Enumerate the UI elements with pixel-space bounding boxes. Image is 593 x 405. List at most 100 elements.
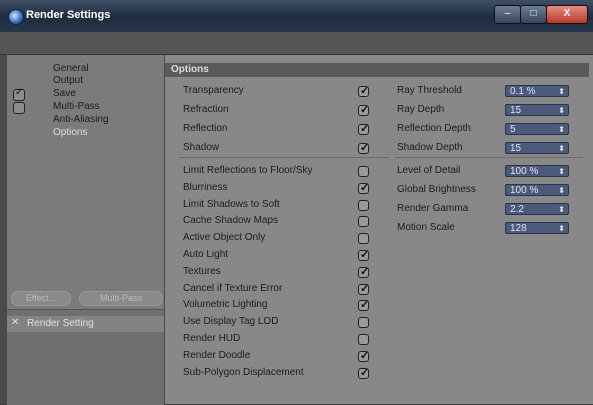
menu-bar bbox=[0, 32, 593, 55]
render-gamma-input[interactable]: 2.2 ⬍ bbox=[505, 203, 569, 215]
checkmark-icon: ✓ bbox=[15, 87, 24, 98]
checkbox-render-doodle[interactable]: ✓ bbox=[358, 350, 370, 362]
spinner-arrows-icon[interactable]: ⬍ bbox=[558, 105, 565, 117]
checkmark-icon: ✓ bbox=[360, 283, 370, 295]
render-setting-list: ✕ Render Setting bbox=[7, 309, 164, 405]
shadow-depth-input[interactable]: 15 ⬍ bbox=[505, 142, 569, 154]
nav-checkbox-multi-pass[interactable] bbox=[13, 102, 25, 114]
checkbox-use-display-tag-lod[interactable] bbox=[358, 317, 369, 328]
spinner-arrows-icon[interactable]: ⬍ bbox=[558, 86, 565, 98]
option-label: Render HUD bbox=[183, 333, 241, 344]
render-settings-window: Render Settings – □ X General Output Save ✓… bbox=[0, 0, 593, 405]
option-row-textures: Textures bbox=[183, 266, 221, 279]
option-label: Cache Shadow Maps bbox=[183, 215, 279, 226]
group-divider bbox=[395, 157, 583, 158]
nav-item-general[interactable]: General bbox=[53, 63, 89, 75]
nav-item-save[interactable]: Save bbox=[53, 88, 76, 100]
field-value: 15 bbox=[510, 143, 522, 154]
option-label: Volumetric Lighting bbox=[183, 299, 268, 310]
render-setting-item[interactable]: ✕ Render Setting bbox=[7, 316, 164, 332]
checkbox-render-hud[interactable] bbox=[358, 334, 369, 345]
spinner-arrows-icon[interactable]: ⬍ bbox=[558, 223, 565, 235]
minimize-button[interactable]: – bbox=[494, 5, 521, 24]
checkmark-icon: ✓ bbox=[360, 85, 370, 97]
render-setting-label: Render Setting bbox=[27, 318, 94, 329]
checkbox-cancel-if-texture-error[interactable]: ✓ bbox=[358, 283, 370, 295]
level-of-detail-input[interactable]: 100 % ⬍ bbox=[505, 165, 569, 177]
checkbox-shadow[interactable]: ✓ bbox=[358, 142, 370, 154]
field-row-global-brightness: Global Brightness bbox=[397, 184, 476, 197]
checkbox-limit-reflections-to-floor-sky[interactable] bbox=[358, 166, 369, 177]
effect-button-row: Effect... Multi-Pass bbox=[7, 291, 164, 306]
checkbox-active-object-only[interactable] bbox=[358, 233, 369, 244]
option-row-cache-shadow-maps: Cache Shadow Maps bbox=[183, 215, 278, 228]
option-row-auto-light: Auto Light bbox=[183, 249, 228, 262]
field-value: 100 % bbox=[510, 166, 539, 177]
nav-checkbox-save[interactable]: ✓ bbox=[13, 87, 25, 101]
field-label: Render Gamma bbox=[397, 203, 469, 214]
settings-sidebar: General Output Save ✓ Multi-Pass Anti-Aliasin… bbox=[7, 55, 164, 405]
checkbox-blurriness[interactable]: ✓ bbox=[358, 182, 369, 194]
field-label: Level of Detail bbox=[397, 165, 461, 176]
option-row-volumetric-lighting: Volumetric Lighting bbox=[183, 299, 268, 312]
effect-button[interactable]: Effect... bbox=[11, 291, 71, 306]
option-row-limit-shadows-to-soft: Limit Shadows to Soft bbox=[183, 199, 280, 212]
spinner-arrows-icon[interactable]: ⬍ bbox=[558, 143, 565, 155]
field-row-shadow-depth: Shadow Depth bbox=[397, 142, 463, 155]
nav-item-options[interactable]: Options bbox=[53, 127, 87, 139]
option-row-use-display-tag-lod: Use Display Tag LOD bbox=[183, 316, 278, 329]
field-label: Ray Depth bbox=[397, 104, 445, 115]
field-value: 100 % bbox=[510, 185, 539, 196]
option-label: Limit Reflections to Floor/Sky bbox=[183, 165, 313, 176]
reflection-depth-input[interactable]: 5 ⬍ bbox=[505, 123, 569, 135]
checkbox-limit-shadows-to-soft[interactable] bbox=[358, 200, 369, 211]
checkmark-icon: ✓ bbox=[360, 350, 370, 362]
multipass-button[interactable]: Multi-Pass bbox=[79, 291, 163, 306]
spinner-arrows-icon[interactable]: ⬍ bbox=[558, 204, 565, 216]
checkmark-icon: ✓ bbox=[360, 367, 370, 379]
option-row-shadow: Shadow bbox=[183, 142, 219, 155]
field-row-ray-depth: Ray Depth bbox=[397, 104, 444, 117]
close-button[interactable]: X bbox=[546, 5, 588, 24]
field-value: 15 bbox=[510, 105, 522, 116]
maximize-button[interactable]: □ bbox=[520, 5, 547, 24]
option-label: Refraction bbox=[183, 104, 229, 115]
checkbox-cache-shadow-maps[interactable] bbox=[358, 216, 369, 227]
checkbox-sub-polygon-displacement[interactable]: ✓ bbox=[358, 367, 370, 379]
motion-scale-input[interactable]: 128 ⬍ bbox=[505, 222, 569, 234]
field-label: Ray Threshold bbox=[397, 85, 462, 96]
ray-depth-input[interactable]: 15 ⬍ bbox=[505, 104, 569, 116]
settings-nav-list: General Output Save ✓ Multi-Pass Anti-Aliasin… bbox=[7, 55, 164, 165]
spinner-arrows-icon[interactable]: ⬍ bbox=[558, 185, 565, 197]
checkbox-textures[interactable]: ✓ bbox=[358, 266, 370, 278]
checkmark-icon: ✓ bbox=[360, 266, 370, 278]
nav-item-anti-aliasing[interactable]: Anti-Aliasing bbox=[53, 114, 109, 126]
checkmark-icon: ✓ bbox=[360, 249, 370, 261]
group-divider bbox=[179, 157, 389, 158]
field-label: Global Brightness bbox=[397, 184, 476, 195]
field-label: Motion Scale bbox=[397, 222, 455, 233]
option-label: Render Doodle bbox=[183, 350, 251, 361]
ray-threshold-input[interactable]: 0.1 % ⬍ bbox=[505, 85, 569, 97]
checkbox-transparency[interactable]: ✓ bbox=[358, 85, 370, 97]
option-row-transparency: Transparency bbox=[183, 85, 244, 98]
title-bar[interactable]: Render Settings – □ X bbox=[0, 0, 593, 32]
field-value: 5 bbox=[510, 124, 516, 135]
field-row-ray-threshold: Ray Threshold bbox=[397, 85, 462, 98]
option-label: Active Object Only bbox=[183, 232, 266, 243]
option-row-limit-reflections-to-floor-sky: Limit Reflections to Floor/Sky bbox=[183, 165, 313, 178]
nav-item-multi-pass[interactable]: Multi-Pass bbox=[53, 101, 100, 113]
option-row-render-doodle: Render Doodle bbox=[183, 350, 250, 363]
checkbox-reflection[interactable]: ✓ bbox=[358, 123, 369, 135]
checkbox-volumetric-lighting[interactable]: ✓ bbox=[358, 299, 370, 311]
checkmark-icon: ✓ bbox=[360, 299, 370, 311]
checkmark-icon: ✓ bbox=[360, 142, 370, 154]
option-label: Textures bbox=[183, 266, 221, 277]
nav-item-output[interactable]: Output bbox=[53, 75, 83, 87]
checkbox-refraction[interactable]: ✓ bbox=[358, 104, 369, 116]
global-brightness-input[interactable]: 100 % ⬍ bbox=[505, 184, 569, 196]
field-row-level-of-detail: Level of Detail bbox=[397, 165, 460, 178]
checkbox-auto-light[interactable]: ✓ bbox=[358, 249, 370, 261]
spinner-arrows-icon[interactable]: ⬍ bbox=[558, 124, 565, 136]
spinner-arrows-icon[interactable]: ⬍ bbox=[558, 166, 565, 178]
